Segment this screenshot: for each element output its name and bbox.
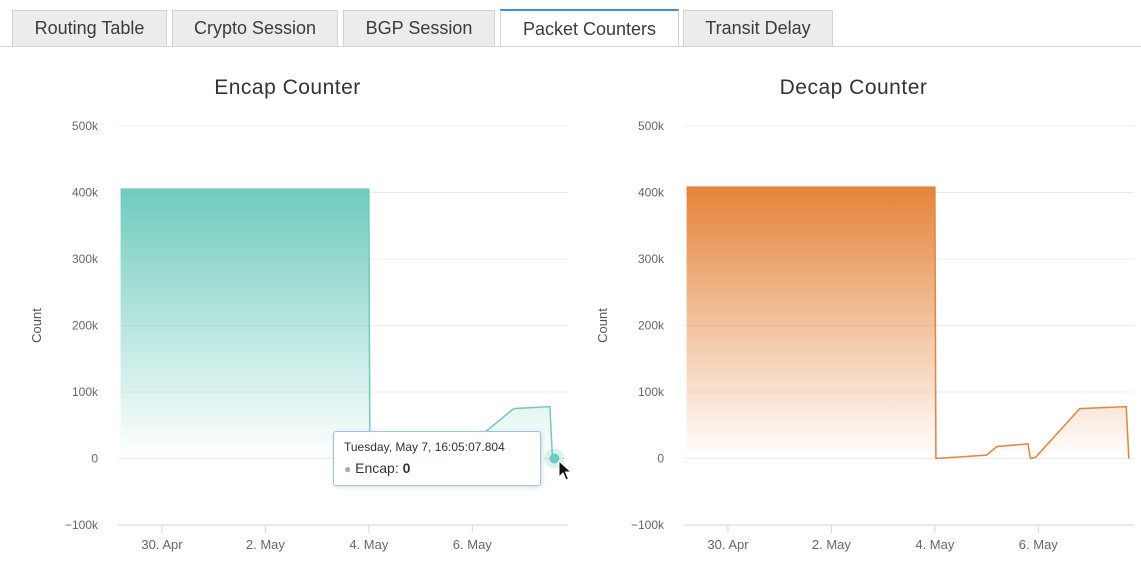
y-tick-label: 400k <box>638 186 665 200</box>
x-tick-label: 6. May <box>1019 537 1059 552</box>
encap-counter-chart: Encap Counter 500k 400k 300k 200k 100k 0 −100k… <box>0 60 575 565</box>
y-tick-label: 300k <box>638 252 665 266</box>
decap-counter-chart: Decap Counter 500k 400k 300k 200k 100k 0 −100k… <box>566 60 1141 565</box>
tab-bar: Routing Table Crypto Session BGP Session… <box>0 0 1141 48</box>
y-tick-label: 200k <box>72 319 99 333</box>
tooltip-row: ● Encap: 0 <box>344 460 411 476</box>
y-axis-label: Count <box>29 308 44 343</box>
tooltip-timestamp: Tuesday, May 7, 16:05:07.804 <box>344 440 505 454</box>
y-tick-label: −100k <box>631 518 665 532</box>
tooltip-value: 0 <box>402 460 411 476</box>
y-tick-label: 500k <box>72 119 99 133</box>
x-tick-label: 2. May <box>812 537 852 552</box>
tab-routing-table[interactable]: Routing Table <box>12 10 167 46</box>
y-tick-label: 0 <box>657 452 664 466</box>
tab-packet-counters[interactable]: Packet Counters <box>500 9 679 47</box>
mouse-pointer-icon <box>558 460 573 481</box>
y-tick-label: 200k <box>638 319 665 333</box>
x-tick-label: 4. May <box>915 537 955 552</box>
y-tick-label: 400k <box>72 186 99 200</box>
x-tick-label: 2. May <box>246 537 286 552</box>
series-dot-icon: ● <box>344 462 352 476</box>
series-area <box>120 189 553 459</box>
tab-bgp-session[interactable]: BGP Session <box>343 10 495 46</box>
encap-chart-svg: 500k 400k 300k 200k 100k 0 −100k Count 30. Apr 2.… <box>29 119 568 552</box>
y-tick-label: 300k <box>72 252 99 266</box>
chart-tooltip: Tuesday, May 7, 16:05:07.804 ● Encap: 0 <box>333 431 541 486</box>
y-tick-label: 100k <box>638 385 665 399</box>
y-tick-label: −100k <box>65 518 99 532</box>
tooltip-series-name: Encap <box>355 460 395 476</box>
series-area <box>686 187 1129 459</box>
y-axis-label: Count <box>595 308 610 343</box>
y-tick-label: 500k <box>638 119 665 133</box>
tab-transit-delay[interactable]: Transit Delay <box>683 10 833 46</box>
tab-bar-divider <box>0 46 1141 47</box>
tab-crypto-session[interactable]: Crypto Session <box>172 10 338 46</box>
y-tick-label: 100k <box>72 385 99 399</box>
y-tick-label: 0 <box>91 452 98 466</box>
x-tick-label: 6. May <box>453 537 493 552</box>
x-tick-label: 30. Apr <box>141 537 183 552</box>
x-tick-label: 30. Apr <box>707 537 749 552</box>
x-tick-label: 4. May <box>349 537 389 552</box>
decap-chart-svg: 500k 400k 300k 200k 100k 0 −100k Count 30. Apr 2.… <box>595 119 1134 552</box>
